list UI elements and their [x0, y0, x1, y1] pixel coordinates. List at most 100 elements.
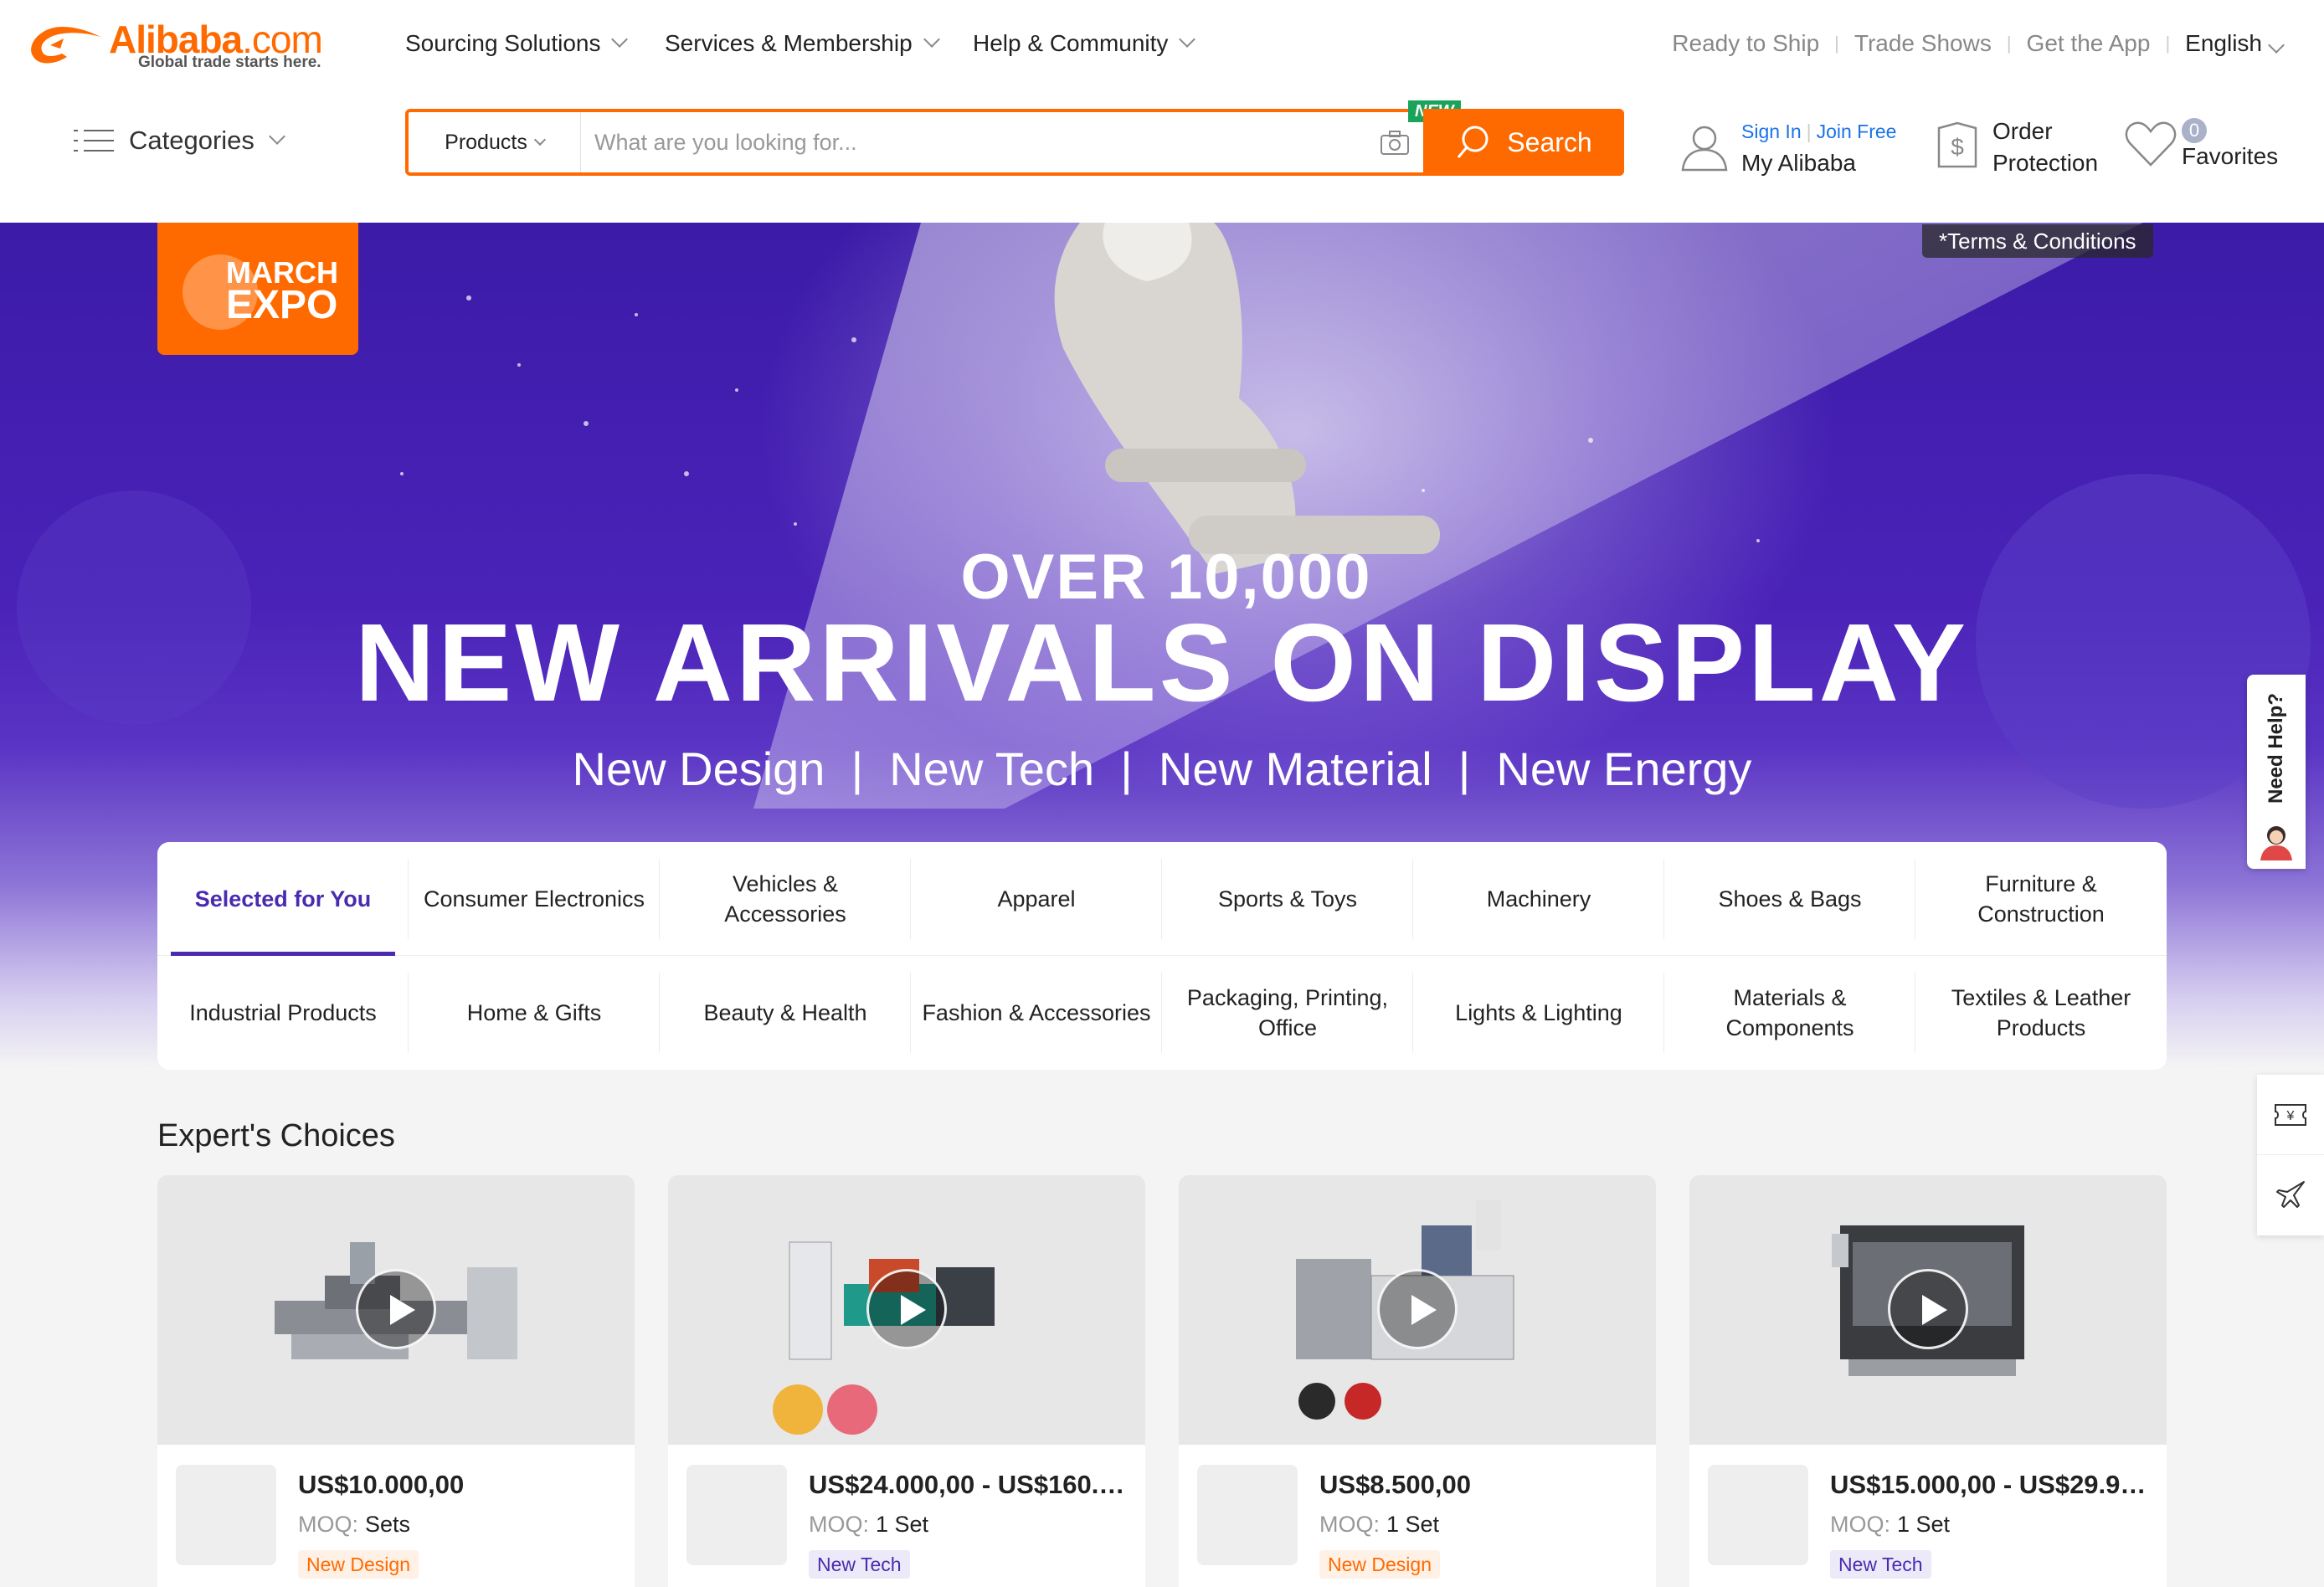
tab-shoes-bags[interactable]: Shoes & Bags — [1664, 842, 1915, 956]
moq-value: 1 Set — [1386, 1512, 1440, 1537]
tab-materials-components[interactable]: Materials & Components — [1664, 956, 1915, 1070]
product-price[interactable]: US$24.000,00 - US$160.000,00 — [809, 1470, 1135, 1500]
chevron-down-icon — [923, 31, 940, 48]
play-icon[interactable] — [356, 1269, 436, 1349]
product-tag: New Tech — [1830, 1550, 1931, 1579]
product-card[interactable]: US$15.000,00 - US$29.900,00 MOQ: 1 Set Ne… — [1689, 1175, 2167, 1587]
hero-title: NEW ARRIVALS ON DISPLAY — [355, 601, 1969, 724]
tab-vehicles-accessories[interactable]: Vehicles & Accessories — [660, 842, 911, 956]
tab-apparel[interactable]: Apparel — [911, 842, 1162, 956]
chevron-down-icon — [2268, 37, 2285, 54]
categories-menu[interactable]: Categories — [74, 126, 285, 156]
chevron-down-icon — [611, 31, 629, 48]
tab-home-gifts[interactable]: Home & Gifts — [409, 956, 660, 1070]
product-image[interactable] — [1689, 1175, 2167, 1445]
product-moq: MOQ: Sets — [298, 1512, 410, 1538]
divider: | — [1834, 33, 1839, 54]
favorites-count: 0 — [2182, 118, 2207, 143]
order-line1: Order — [1992, 118, 2053, 144]
product-price[interactable]: US$15.000,00 - US$29.900,00 — [1830, 1470, 2157, 1500]
link-ready-to-ship[interactable]: Ready to Ship — [1672, 30, 1819, 57]
moq-value: 1 Set — [876, 1512, 929, 1537]
alibaba-logo[interactable]: Alibaba.com Global trade starts here. — [25, 17, 352, 75]
order-protection[interactable]: $ Order Protection — [1934, 116, 2098, 179]
logo-tagline: Global trade starts here. — [138, 54, 321, 71]
currency-icon: ¥ — [2275, 1103, 2306, 1126]
product-image[interactable] — [157, 1175, 635, 1445]
search-input[interactable] — [594, 112, 1432, 172]
tab-packaging-printing-office[interactable]: Packaging, Printing, Office — [1162, 956, 1413, 1070]
need-help-label: Need Help? — [2265, 692, 2287, 804]
plane-icon — [2276, 1181, 2305, 1208]
language-selector[interactable]: English — [2185, 30, 2285, 57]
moq-label: MOQ: — [1830, 1512, 1890, 1537]
product-moq: MOQ: 1 Set — [809, 1512, 928, 1538]
heart-icon — [2125, 121, 2177, 167]
currency-tool[interactable]: ¥ — [2257, 1075, 2324, 1155]
sign-in-link[interactable]: Sign In — [1741, 121, 1802, 142]
svg-text:¥: ¥ — [2286, 1109, 2295, 1123]
divider: | — [2165, 33, 2171, 54]
site-header: Alibaba.com Global trade starts here. So… — [0, 0, 2324, 223]
top-links: Ready to Ship | Trade Shows | Get the Ap… — [1672, 30, 2285, 57]
divider: | — [1806, 121, 1812, 142]
tab-sports-toys[interactable]: Sports & Toys — [1162, 842, 1413, 956]
tab-machinery[interactable]: Machinery — [1413, 842, 1664, 956]
menu-icon — [74, 126, 114, 155]
product-price[interactable]: US$8.500,00 — [1319, 1470, 1646, 1500]
category-tabs-panel: Selected for You Consumer Electronics Ve… — [157, 842, 2167, 1070]
tab-fashion-accessories[interactable]: Fashion & Accessories — [911, 956, 1162, 1070]
need-help-tab[interactable]: Need Help? — [2247, 675, 2306, 869]
tab-furniture-construction[interactable]: Furniture & Construction — [1915, 842, 2167, 956]
expo-badge-line2: EXPO — [226, 283, 338, 327]
product-price[interactable]: US$10.000,00 — [298, 1470, 625, 1500]
categories-label: Categories — [129, 126, 255, 155]
moq-label: MOQ: — [1319, 1512, 1380, 1537]
category-row-2: Industrial Products Home & Gifts Beauty … — [157, 956, 2167, 1070]
product-thumbnail[interactable] — [686, 1465, 787, 1565]
tab-textiles-leather-products[interactable]: Textiles & Leather Products — [1915, 956, 2167, 1070]
play-icon[interactable] — [866, 1269, 947, 1349]
link-get-the-app[interactable]: Get the App — [2027, 30, 2151, 57]
order-line2: Protection — [1992, 150, 2099, 176]
camera-icon[interactable] — [1380, 129, 1410, 156]
play-icon[interactable] — [1377, 1269, 1458, 1349]
product-card[interactable]: US$24.000,00 - US$160.000,00 MOQ: 1 Set N… — [668, 1175, 1145, 1587]
product-tag: New Tech — [809, 1550, 910, 1579]
product-thumbnail[interactable] — [176, 1465, 276, 1565]
nav-services-membership[interactable]: Services & Membership — [665, 30, 940, 57]
hero-subtitle: New Design | New Tech | New Material | N… — [572, 742, 1752, 795]
moq-value: 1 Set — [1897, 1512, 1951, 1537]
search-type-select[interactable]: Products — [409, 112, 581, 172]
favorites-label: Favorites — [2182, 143, 2279, 169]
nav-help-community[interactable]: Help & Community — [973, 30, 1196, 57]
search-type-label: Products — [445, 130, 527, 154]
play-icon[interactable] — [1888, 1269, 1968, 1349]
tab-industrial-products[interactable]: Industrial Products — [157, 956, 409, 1070]
my-alibaba-label: My Alibaba — [1741, 150, 1856, 176]
product-card[interactable]: US$8.500,00 MOQ: 1 Set New Design — [1179, 1175, 1656, 1587]
tab-selected-for-you[interactable]: Selected for You — [157, 842, 409, 956]
link-trade-shows[interactable]: Trade Shows — [1854, 30, 1992, 57]
side-toolbar: ¥ — [2257, 1075, 2324, 1235]
product-moq: MOQ: 1 Set — [1830, 1512, 1950, 1538]
product-thumbnail[interactable] — [1708, 1465, 1808, 1565]
my-alibaba[interactable]: Sign In | Join Free My Alibaba — [1679, 116, 1896, 179]
terms-conditions-link[interactable]: *Terms & Conditions — [1922, 224, 2153, 258]
nav-sourcing-solutions[interactable]: Sourcing Solutions — [405, 30, 629, 57]
product-image[interactable] — [1179, 1175, 1656, 1445]
tab-beauty-health[interactable]: Beauty & Health — [660, 956, 911, 1070]
product-image[interactable] — [668, 1175, 1145, 1445]
tab-lights-lighting[interactable]: Lights & Lighting — [1413, 956, 1664, 1070]
product-moq: MOQ: 1 Set — [1319, 1512, 1439, 1538]
join-free-link[interactable]: Join Free — [1817, 121, 1897, 142]
nav-label: Help & Community — [973, 30, 1169, 56]
experts-choices-title: Expert's Choices — [157, 1118, 395, 1153]
search-button[interactable]: Search — [1423, 109, 1624, 176]
favorites[interactable]: 0 Favorites — [2123, 116, 2278, 172]
product-card[interactable]: US$10.000,00 MOQ: Sets New Design — [157, 1175, 635, 1587]
march-expo-badge[interactable]: MARCH EXPO — [157, 223, 358, 355]
product-thumbnail[interactable] — [1197, 1465, 1298, 1565]
tab-consumer-electronics[interactable]: Consumer Electronics — [409, 842, 660, 956]
shipping-tool[interactable] — [2257, 1155, 2324, 1235]
